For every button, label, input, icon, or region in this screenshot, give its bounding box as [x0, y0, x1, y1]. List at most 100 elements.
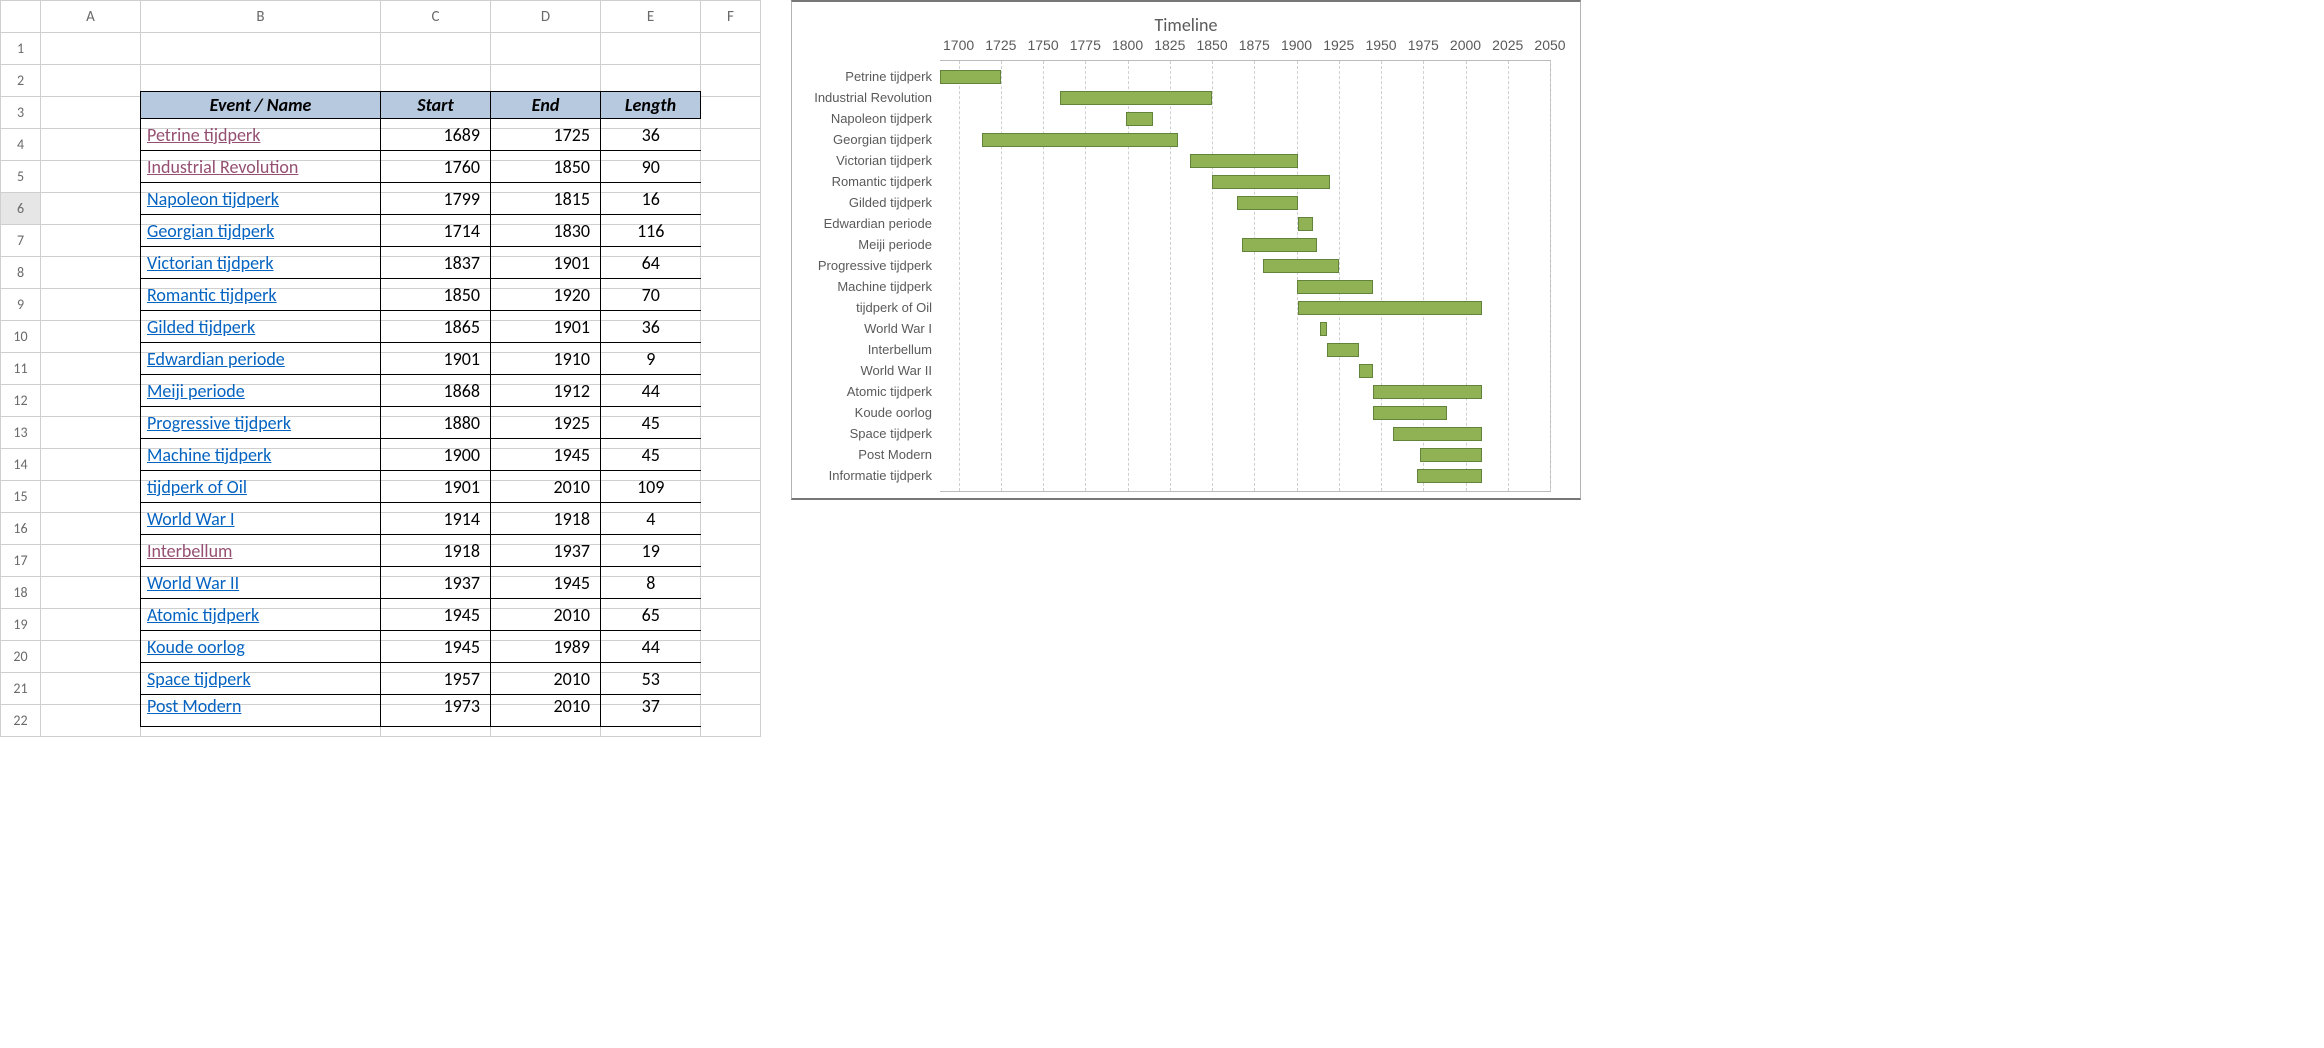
event-link[interactable]: Gilded tijdperk — [141, 311, 381, 343]
cell-F6[interactable] — [701, 193, 761, 225]
start-cell[interactable]: 1945 — [381, 631, 491, 663]
cell-F3[interactable] — [701, 97, 761, 129]
row-header-15[interactable]: 15 — [1, 481, 41, 513]
row-header-13[interactable]: 13 — [1, 417, 41, 449]
end-cell[interactable]: 1945 — [491, 439, 601, 471]
cell-A17[interactable] — [41, 545, 141, 577]
cell-A12[interactable] — [41, 385, 141, 417]
start-cell[interactable]: 1945 — [381, 599, 491, 631]
cell-A13[interactable] — [41, 417, 141, 449]
cell-A5[interactable] — [41, 161, 141, 193]
col-header-C[interactable]: C — [381, 1, 491, 33]
event-link[interactable]: Meiji periode — [141, 375, 381, 407]
length-cell[interactable]: 64 — [601, 247, 701, 279]
event-link[interactable]: World War II — [141, 567, 381, 599]
length-cell[interactable]: 36 — [601, 119, 701, 151]
cell-B1[interactable] — [141, 33, 381, 65]
length-cell[interactable]: 65 — [601, 599, 701, 631]
cell-F16[interactable] — [701, 513, 761, 545]
length-cell[interactable]: 53 — [601, 663, 701, 695]
event-link[interactable]: World War I — [141, 503, 381, 535]
end-cell[interactable]: 1725 — [491, 119, 601, 151]
row-header-12[interactable]: 12 — [1, 385, 41, 417]
length-cell[interactable]: 37 — [601, 695, 701, 727]
end-cell[interactable]: 1989 — [491, 631, 601, 663]
row-header-19[interactable]: 19 — [1, 609, 41, 641]
cell-A16[interactable] — [41, 513, 141, 545]
cell-F14[interactable] — [701, 449, 761, 481]
length-cell[interactable]: 19 — [601, 535, 701, 567]
row-header-2[interactable]: 2 — [1, 65, 41, 97]
start-cell[interactable]: 1850 — [381, 279, 491, 311]
event-link[interactable]: Petrine tijdperk — [141, 119, 381, 151]
start-cell[interactable]: 1837 — [381, 247, 491, 279]
length-cell[interactable]: 70 — [601, 279, 701, 311]
start-cell[interactable]: 1880 — [381, 407, 491, 439]
row-header-18[interactable]: 18 — [1, 577, 41, 609]
cell-D1[interactable] — [491, 33, 601, 65]
col-header-E[interactable]: E — [601, 1, 701, 33]
start-cell[interactable]: 1957 — [381, 663, 491, 695]
cell-C1[interactable] — [381, 33, 491, 65]
start-cell[interactable]: 1799 — [381, 183, 491, 215]
event-link[interactable]: tijdperk of Oil — [141, 471, 381, 503]
row-header-7[interactable]: 7 — [1, 225, 41, 257]
end-cell[interactable]: 1830 — [491, 215, 601, 247]
end-cell[interactable]: 2010 — [491, 599, 601, 631]
cell-F17[interactable] — [701, 545, 761, 577]
length-cell[interactable]: 16 — [601, 183, 701, 215]
cell-F9[interactable] — [701, 289, 761, 321]
end-cell[interactable]: 2010 — [491, 471, 601, 503]
event-link[interactable]: Atomic tijdperk — [141, 599, 381, 631]
start-cell[interactable]: 1901 — [381, 471, 491, 503]
cell-A11[interactable] — [41, 353, 141, 385]
cell-F2[interactable] — [701, 65, 761, 97]
cell-E1[interactable] — [601, 33, 701, 65]
event-link[interactable]: Interbellum — [141, 535, 381, 567]
cell-A9[interactable] — [41, 289, 141, 321]
cell-A19[interactable] — [41, 609, 141, 641]
event-link[interactable]: Machine tijdperk — [141, 439, 381, 471]
col-header-A[interactable]: A — [41, 1, 141, 33]
end-cell[interactable]: 1937 — [491, 535, 601, 567]
end-cell[interactable]: 1850 — [491, 151, 601, 183]
length-cell[interactable]: 9 — [601, 343, 701, 375]
cell-A7[interactable] — [41, 225, 141, 257]
start-cell[interactable]: 1918 — [381, 535, 491, 567]
end-cell[interactable]: 1912 — [491, 375, 601, 407]
timeline-chart[interactable]: Timeline 1700172517501775180018251850187… — [791, 0, 1581, 500]
event-link[interactable]: Edwardian periode — [141, 343, 381, 375]
end-cell[interactable]: 2010 — [491, 663, 601, 695]
cell-F7[interactable] — [701, 225, 761, 257]
end-cell[interactable]: 1945 — [491, 567, 601, 599]
row-header-9[interactable]: 9 — [1, 289, 41, 321]
cell-A20[interactable] — [41, 641, 141, 673]
col-header-D[interactable]: D — [491, 1, 601, 33]
event-link[interactable]: Napoleon tijdperk — [141, 183, 381, 215]
cell-F22[interactable] — [701, 705, 761, 737]
cell-F1[interactable] — [701, 33, 761, 65]
cell-A4[interactable] — [41, 129, 141, 161]
row-header-20[interactable]: 20 — [1, 641, 41, 673]
start-cell[interactable]: 1865 — [381, 311, 491, 343]
length-cell[interactable]: 44 — [601, 631, 701, 663]
cell-F11[interactable] — [701, 353, 761, 385]
event-link[interactable]: Post Modern — [141, 695, 381, 727]
row-header-22[interactable]: 22 — [1, 705, 41, 737]
row-header-11[interactable]: 11 — [1, 353, 41, 385]
cell-F15[interactable] — [701, 481, 761, 513]
event-link[interactable]: Industrial Revolution — [141, 151, 381, 183]
end-cell[interactable]: 1925 — [491, 407, 601, 439]
col-header-F[interactable]: F — [701, 1, 761, 33]
cell-A15[interactable] — [41, 481, 141, 513]
select-all-cell[interactable] — [1, 1, 41, 33]
end-cell[interactable]: 1901 — [491, 247, 601, 279]
cell-F12[interactable] — [701, 385, 761, 417]
end-cell[interactable]: 1918 — [491, 503, 601, 535]
col-header-B[interactable]: B — [141, 1, 381, 33]
cell-F20[interactable] — [701, 641, 761, 673]
row-header-1[interactable]: 1 — [1, 33, 41, 65]
length-cell[interactable]: 90 — [601, 151, 701, 183]
cell-A14[interactable] — [41, 449, 141, 481]
length-cell[interactable]: 4 — [601, 503, 701, 535]
